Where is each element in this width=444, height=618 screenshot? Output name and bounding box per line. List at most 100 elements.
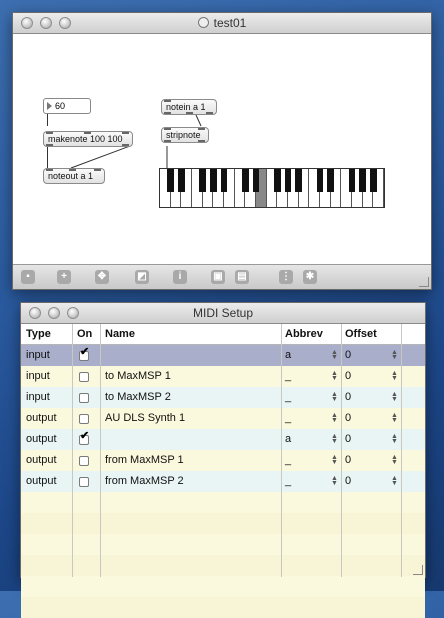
row-offset[interactable]: 0 [345,433,351,445]
patcher-canvas[interactable]: 60 makenote 100 100 noteout a 1 notein a… [13,34,431,265]
piano-keyboard[interactable] [159,168,385,208]
info-icon[interactable]: i [173,270,187,284]
on-checkbox[interactable]: ✔ [79,431,89,445]
column-header-on[interactable]: On [77,328,92,340]
row-abbrev[interactable]: a [285,349,291,361]
outlet[interactable] [46,144,53,146]
row-offset[interactable]: 0 [345,454,351,466]
inlet[interactable] [46,169,53,171]
presentation-icon[interactable]: ◩ [135,270,149,284]
row-offset[interactable]: 0 [345,370,351,382]
black-key[interactable] [178,169,185,192]
on-checkbox[interactable] [79,414,89,424]
on-checkbox[interactable]: ✔ [79,347,89,361]
lock-icon[interactable]: ▪ [21,270,35,284]
table-row[interactable]: output ✔ a ▲ ▼ 0 ▲ ▼ [21,429,425,450]
black-key[interactable] [316,169,324,192]
offset-stepper-icon[interactable]: ▲ ▼ [391,349,398,361]
black-key[interactable] [295,169,302,192]
outlet[interactable] [164,140,171,142]
row-abbrev[interactable]: _ [285,370,291,382]
stripnote-object[interactable]: stripnote [161,127,209,143]
settings-icon[interactable]: ✱ [303,270,317,284]
row-abbrev[interactable]: a [285,433,291,445]
black-key[interactable] [274,169,281,192]
row-offset[interactable]: 0 [345,475,351,487]
offset-stepper-icon[interactable]: ▲ ▼ [391,433,398,445]
table-row[interactable]: output from MaxMSP 2 _ ▲ ▼ 0 ▲ ▼ [21,471,425,492]
row-offset[interactable]: 0 [345,349,351,361]
black-key[interactable] [370,169,377,192]
move-icon[interactable]: ✥ [95,270,109,284]
black-key[interactable] [167,169,174,192]
notein-object[interactable]: notein a 1 [161,99,217,115]
table-row[interactable]: input to MaxMSP 2 _ ▲ ▼ 0 ▲ ▼ [21,387,425,408]
column-header-name[interactable]: Name [105,328,135,340]
abbrev-stepper-icon[interactable]: ▲ ▼ [331,391,338,403]
inlet[interactable] [122,132,129,134]
outlet[interactable] [198,140,205,142]
inlet[interactable] [84,132,91,134]
table-row[interactable]: output AU DLS Synth 1 _ ▲ ▼ 0 ▲ ▼ [21,408,425,429]
on-checkbox[interactable] [79,477,89,487]
inlet[interactable] [198,128,205,130]
inlet[interactable] [94,169,101,171]
offset-stepper-icon[interactable]: ▲ ▼ [391,454,398,466]
table-row[interactable]: input ✔ a ▲ ▼ 0 ▲ ▼ [21,345,425,366]
number-box[interactable]: 60 [43,98,91,114]
outlet[interactable] [206,112,213,114]
inlet[interactable] [46,132,53,134]
midi-port-table[interactable]: input ✔ a ▲ ▼ 0 ▲ ▼ input to MaxMSP 1 _ ▲ ▼… [21,345,425,618]
black-key[interactable] [199,169,206,192]
row-abbrev[interactable]: _ [285,454,291,466]
outlet[interactable] [164,112,171,114]
inlet[interactable] [164,100,171,102]
copy-icon[interactable]: ▤ [235,270,249,284]
midi-setup-titlebar[interactable]: MIDI Setup [21,303,425,324]
column-header-offset[interactable]: Offset [345,328,377,340]
makenote-object[interactable]: makenote 100 100 [43,131,133,147]
abbrev-stepper-icon[interactable]: ▲ ▼ [331,412,338,424]
black-key[interactable] [210,169,217,192]
on-checkbox[interactable] [79,456,89,466]
patch-cord[interactable] [195,114,202,127]
row-abbrev[interactable]: _ [285,391,291,403]
black-key[interactable] [348,169,356,192]
row-offset[interactable]: 0 [345,391,351,403]
clipboard-icon[interactable]: ▣ [211,270,225,284]
black-key[interactable] [284,169,292,192]
table-row[interactable]: input to MaxMSP 1 _ ▲ ▼ 0 ▲ ▼ [21,366,425,387]
black-key[interactable] [359,169,366,192]
offset-stepper-icon[interactable]: ▲ ▼ [391,475,398,487]
column-header-abbrev[interactable]: Abbrev [285,328,323,340]
row-abbrev[interactable]: _ [285,475,291,487]
grid-icon[interactable]: ⋮ [279,270,293,284]
outlet[interactable] [186,112,193,114]
offset-stepper-icon[interactable]: ▲ ▼ [391,370,398,382]
table-row[interactable]: output from MaxMSP 1 _ ▲ ▼ 0 ▲ ▼ [21,450,425,471]
black-key[interactable] [242,169,249,192]
on-checkbox[interactable] [79,393,89,403]
black-key[interactable] [252,169,260,192]
patch-cord[interactable] [70,145,131,169]
resize-grip-icon[interactable] [413,565,423,575]
noteout-object[interactable]: noteout a 1 [43,168,105,184]
outlet[interactable] [122,144,129,146]
abbrev-stepper-icon[interactable]: ▲ ▼ [331,433,338,445]
resize-grip-icon[interactable] [419,277,429,287]
abbrev-stepper-icon[interactable]: ▲ ▼ [331,475,338,487]
offset-stepper-icon[interactable]: ▲ ▼ [391,391,398,403]
row-abbrev[interactable]: _ [285,412,291,424]
add-object-icon[interactable]: + [57,270,71,284]
inlet[interactable] [69,169,76,171]
patcher-titlebar[interactable]: test01 [13,13,431,34]
column-header-type[interactable]: Type [26,328,51,340]
offset-stepper-icon[interactable]: ▲ ▼ [391,412,398,424]
abbrev-stepper-icon[interactable]: ▲ ▼ [331,370,338,382]
black-key[interactable] [327,169,334,192]
inlet[interactable] [164,128,171,130]
black-key[interactable] [220,169,228,192]
abbrev-stepper-icon[interactable]: ▲ ▼ [331,454,338,466]
row-offset[interactable]: 0 [345,412,351,424]
on-checkbox[interactable] [79,372,89,382]
